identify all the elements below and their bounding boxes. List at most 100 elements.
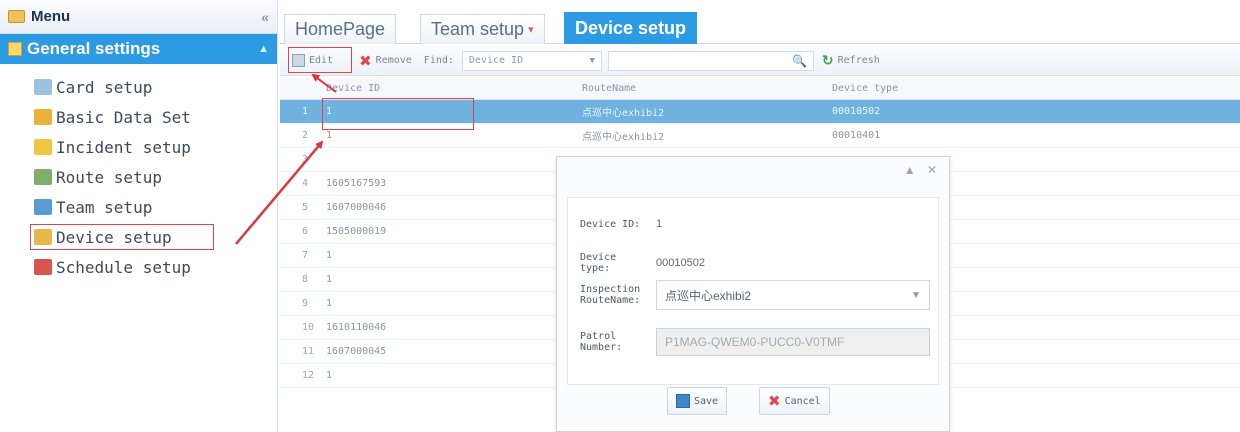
device-id-label: Device ID: [580,218,641,230]
search-icon[interactable]: 🔍 [792,54,807,68]
cell-device-id: 1605167593 [326,178,387,189]
column-header-device-type[interactable]: Device type [832,83,1232,94]
menu-item-label: Basic Data Set [56,107,191,127]
menu-item-label: Card setup [56,77,153,97]
menu-item-label: Route setup [56,167,162,187]
tab-device-setup[interactable]: Device setup [564,12,698,44]
search-input[interactable]: 🔍 [607,50,814,71]
menu-item-route-setup[interactable]: Route setup [0,162,277,192]
find-label: Find: [424,55,454,66]
incident-icon [34,139,52,155]
menu-item-label: Team setup [56,197,153,217]
route-row: Inspection RouteName: 点巡中心exhibi2 ▼ [580,280,930,310]
row-number: 8 [302,274,309,285]
menu-group-general-settings[interactable]: General settings ▲ [0,34,277,64]
row-number: 4 [302,178,309,189]
cell-device-id: 1505000019 [326,226,387,237]
menu-group-label: General settings [27,39,161,58]
refresh-button[interactable]: ↻ Refresh [822,53,880,69]
edit-button[interactable]: Edit [288,47,352,73]
save-label: Save [694,395,719,407]
find-field-select[interactable]: Device ID ▼ [461,50,602,71]
side-menu: Menu « General settings ▲ Card setup Bas… [0,0,278,432]
find-field-value: Device ID [468,55,524,66]
edit-device-dialog: ▲ ✕ Device ID: 1 Device type: 00010502 I… [556,156,950,432]
route-select[interactable]: 点巡中心exhibi2 ▼ [656,280,930,310]
cell-device-type: 00010502 [832,106,881,117]
refresh-icon: ↻ [821,52,834,69]
patrol-label-line-1: Patrol [580,331,617,342]
row-number: 9 [302,298,309,309]
refresh-label: Refresh [837,55,880,66]
find-text: Find: [423,55,454,66]
team-icon [34,199,52,215]
row-number: 10 [302,322,315,333]
row-number: 5 [302,202,309,213]
menu-item-device-setup[interactable]: Device setup [0,222,277,252]
cell-device-id: 1 [326,250,333,261]
patrol-number-field: P1MAG-QWEM0-PUCC0-V0TMF [656,328,930,356]
device-id-row: Device ID: 1 [580,218,662,230]
menu-item-incident-setup[interactable]: Incident setup [0,132,277,162]
menu-item-schedule-setup[interactable]: Schedule setup [0,252,277,282]
menu-item-label: Schedule setup [56,257,191,277]
dialog-form: Device ID: 1 Device type: 00010502 Inspe… [567,197,939,385]
route-select-value: 点巡中心exhibi2 [665,288,752,303]
highlight-frame [30,224,214,250]
save-button[interactable]: Save [667,387,728,415]
remove-button[interactable]: ✖ Remove [359,52,412,70]
device-id-value: 1 [656,218,663,230]
row-number: 2 [302,130,309,141]
menu-item-team-setup[interactable]: Team setup [0,192,277,222]
patrol-label-line-2: Number: [580,342,623,353]
menu-item-card-setup[interactable]: Card setup [0,72,277,102]
device-type-row: Device type: 00010502 [580,252,705,274]
cell-device-id: 1 [326,130,333,141]
dialog-window-controls[interactable]: ▲ ✕ [904,163,941,177]
toolbar: Edit ✖ Remove Find: Device ID ▼ 🔍 ↻ Refr… [280,46,1240,76]
settings-folder-icon [8,42,22,56]
tab-bar: HomePage Team setup ▾ Device setup [280,10,1240,44]
table-header: Device ID RouteName Device type [280,78,1240,100]
row-number: 1 [302,106,309,117]
route-label-line-2: RouteName: [580,295,641,306]
cell-device-type: 00010401 [832,130,881,141]
chevron-down-icon: ▼ [589,55,595,66]
remove-icon: ✖ [359,51,372,70]
data-icon [34,109,52,125]
chevron-down-icon: ▼ [911,289,921,301]
row-number: 11 [302,346,315,357]
card-icon [34,79,52,95]
row-number: 7 [302,250,309,261]
collapse-menu-icon[interactable]: « [261,9,269,25]
column-header-device-id[interactable]: Device ID [322,83,582,94]
patrol-number-value: P1MAG-QWEM0-PUCC0-V0TMF [665,335,845,349]
remove-label: Remove [375,55,412,66]
route-label-line-1: Inspection [580,284,641,295]
menu-item-list: Card setup Basic Data Set Incident setup… [0,64,277,282]
highlight-frame [322,98,474,130]
chevron-up-icon[interactable]: ▲ [258,43,269,55]
cancel-icon: ✖ [768,392,781,410]
cell-device-id: 1610110046 [326,322,387,333]
menu-item-basic-data-set[interactable]: Basic Data Set [0,102,277,132]
route-label: Inspection RouteName: [580,284,646,306]
patrol-label: Patrol Number: [580,331,646,353]
device-type-label: Device type: [580,252,617,274]
cell-device-id: 1607000045 [326,346,387,357]
close-tab-icon[interactable]: ▾ [528,23,534,36]
row-number: 12 [302,370,315,381]
schedule-icon [34,259,52,275]
route-icon [34,169,52,185]
menu-item-label: Incident setup [56,137,191,157]
cell-routename: 点巡中心exhibi2 [582,132,665,143]
cancel-button[interactable]: ✖ Cancel [759,387,830,415]
tab-label: Device setup [575,18,687,38]
tab-homepage[interactable]: HomePage [284,14,397,44]
tab-label: Team setup [431,19,525,39]
row-number: 6 [302,226,309,237]
folder-icon [8,10,25,23]
cell-device-id: 1 [326,370,333,381]
tab-team-setup[interactable]: Team setup ▾ [420,14,545,44]
column-header-routename[interactable]: RouteName [582,83,832,94]
